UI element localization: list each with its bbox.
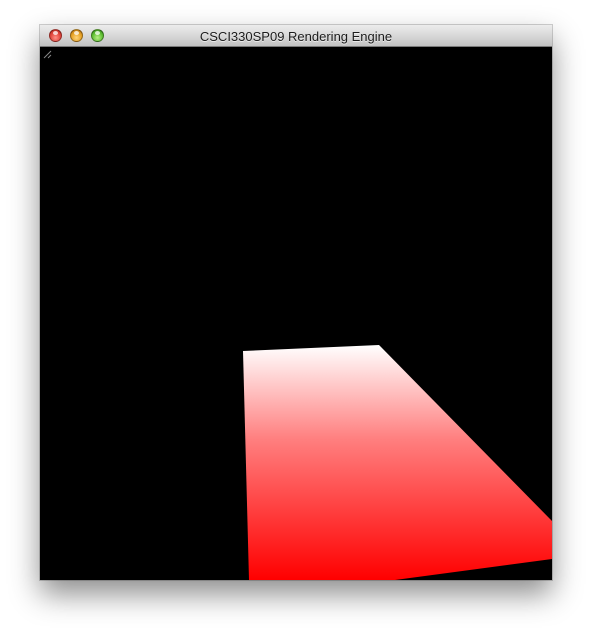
window-title: CSCI330SP09 Rendering Engine [199,29,393,44]
render-canvas[interactable] [40,47,552,580]
title-bar[interactable]: CSCI330SP09 Rendering Engine [40,25,552,47]
rendered-quad [243,345,552,580]
resize-grip-icon[interactable] [40,47,52,59]
app-window: CSCI330SP09 Rendering Engine [40,25,552,580]
render-svg [243,345,552,580]
